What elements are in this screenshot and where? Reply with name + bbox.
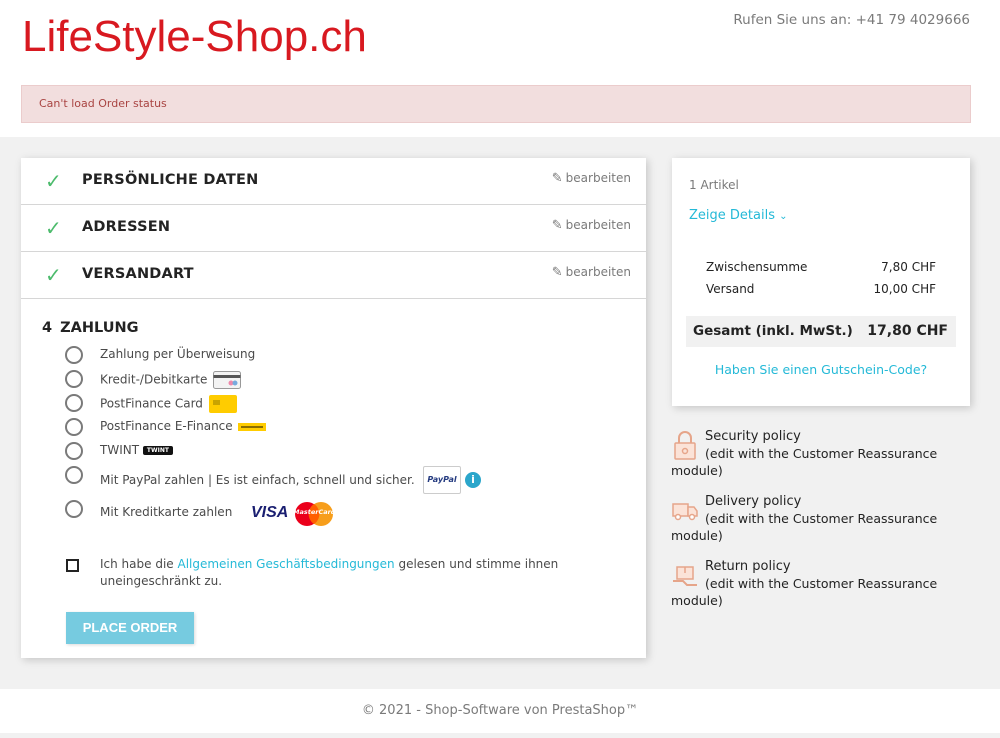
step-title: PERSÖNLICHE DATEN xyxy=(82,172,259,188)
postfinance-card-icon xyxy=(208,395,237,413)
payment-option-credit-debit[interactable]: Kredit-/Debitkarte xyxy=(65,368,625,392)
site-header: LifeStyle-Shop.ch Rufen Sie uns an: +41 … xyxy=(0,0,1000,137)
place-order-button[interactable]: PLACE ORDER xyxy=(66,612,194,644)
step-addresses[interactable]: ✓ ADRESSEN ✎ bearbeiten xyxy=(21,205,646,252)
edit-personal-data-link[interactable]: ✎ bearbeiten xyxy=(552,171,631,186)
payment-option-bank-transfer[interactable]: Zahlung per Überweisung xyxy=(65,344,625,368)
payment-radio[interactable] xyxy=(65,466,83,484)
pencil-icon: ✎ xyxy=(551,218,563,233)
payment-option-creditcard[interactable]: Mit Kreditkarte zahlen VISA MasterCard xyxy=(65,498,625,528)
terms-link[interactable]: Allgemeinen Geschäftsbedingungen xyxy=(177,557,394,571)
payment-radio[interactable] xyxy=(65,442,83,460)
checkmark-icon: ✓ xyxy=(45,216,62,240)
payment-radio[interactable] xyxy=(65,346,83,364)
payment-radio[interactable] xyxy=(65,394,83,412)
pencil-icon: ✎ xyxy=(551,265,563,280)
payment-option-postfinance-efinance[interactable]: PostFinance E-Finance xyxy=(65,416,625,440)
payment-radio[interactable] xyxy=(65,370,83,388)
site-footer: © 2021 - Shop-Software von PrestaShop™ xyxy=(0,689,1000,733)
payment-radio[interactable] xyxy=(65,418,83,436)
subtotal-row: Zwischensumme 7,80 CHF xyxy=(706,260,936,274)
payment-option-twint[interactable]: TWINT TWINT xyxy=(65,440,625,464)
voucher-link[interactable]: Haben Sie einen Gutschein-Code? xyxy=(672,362,970,377)
terms-checkbox[interactable] xyxy=(66,559,79,572)
cart-items-count: 1 Artikel xyxy=(689,178,739,192)
checkmark-icon: ✓ xyxy=(45,169,62,193)
step-title: VERSANDART xyxy=(82,266,194,282)
show-details-toggle[interactable]: Zeige Details ⌄ xyxy=(689,208,788,223)
twint-logo-icon: TWINT xyxy=(142,446,173,455)
postfinance-efinance-icon xyxy=(238,422,267,431)
mastercard-label: MasterCard xyxy=(293,508,336,516)
step-title: ADRESSEN xyxy=(82,219,171,235)
payment-radio[interactable] xyxy=(65,500,83,518)
error-alert: Can't load Order status xyxy=(21,85,971,123)
payment-option-postfinance-card[interactable]: PostFinance Card xyxy=(65,392,625,416)
checkmark-icon: ✓ xyxy=(45,263,62,287)
footer-copyright[interactable]: © 2021 - Shop-Software von PrestaShop™ xyxy=(362,703,638,718)
checkout-steps: ✓ PERSÖNLICHE DATEN ✎ bearbeiten ✓ ADRESS… xyxy=(21,158,646,658)
paypal-logo-icon: PayPal xyxy=(423,466,461,494)
payment-option-paypal[interactable]: Mit PayPal zahlen | Es ist einfach, schn… xyxy=(65,464,625,496)
visa-logo-icon: VISA xyxy=(251,504,289,521)
pencil-icon: ✎ xyxy=(551,171,563,186)
chevron-down-icon: ⌄ xyxy=(779,211,788,222)
mastercard-logo-icon: MasterCard xyxy=(293,501,335,527)
cart-summary: 1 Artikel Zeige Details ⌄ Zwischensumme … xyxy=(672,158,970,406)
shop-logo[interactable]: LifeStyle-Shop.ch xyxy=(22,12,367,62)
step-shipping[interactable]: ✓ VERSANDART ✎ bearbeiten xyxy=(21,252,646,299)
edit-shipping-link[interactable]: ✎ bearbeiten xyxy=(552,265,631,280)
edit-addresses-link[interactable]: ✎ bearbeiten xyxy=(552,218,631,233)
credit-card-icon xyxy=(213,371,242,389)
contact-phone: Rufen Sie uns an: +41 79 4029666 xyxy=(733,12,970,28)
shipping-row: Versand 10,00 CHF xyxy=(706,282,936,296)
info-icon[interactable]: i xyxy=(465,472,481,488)
payment-step-title: 4 ZAHLUNG xyxy=(42,320,139,336)
total-row: Gesamt (inkl. MwSt.) 17,80 CHF xyxy=(686,316,956,347)
step-personal-data[interactable]: ✓ PERSÖNLICHE DATEN ✎ bearbeiten xyxy=(21,158,646,205)
